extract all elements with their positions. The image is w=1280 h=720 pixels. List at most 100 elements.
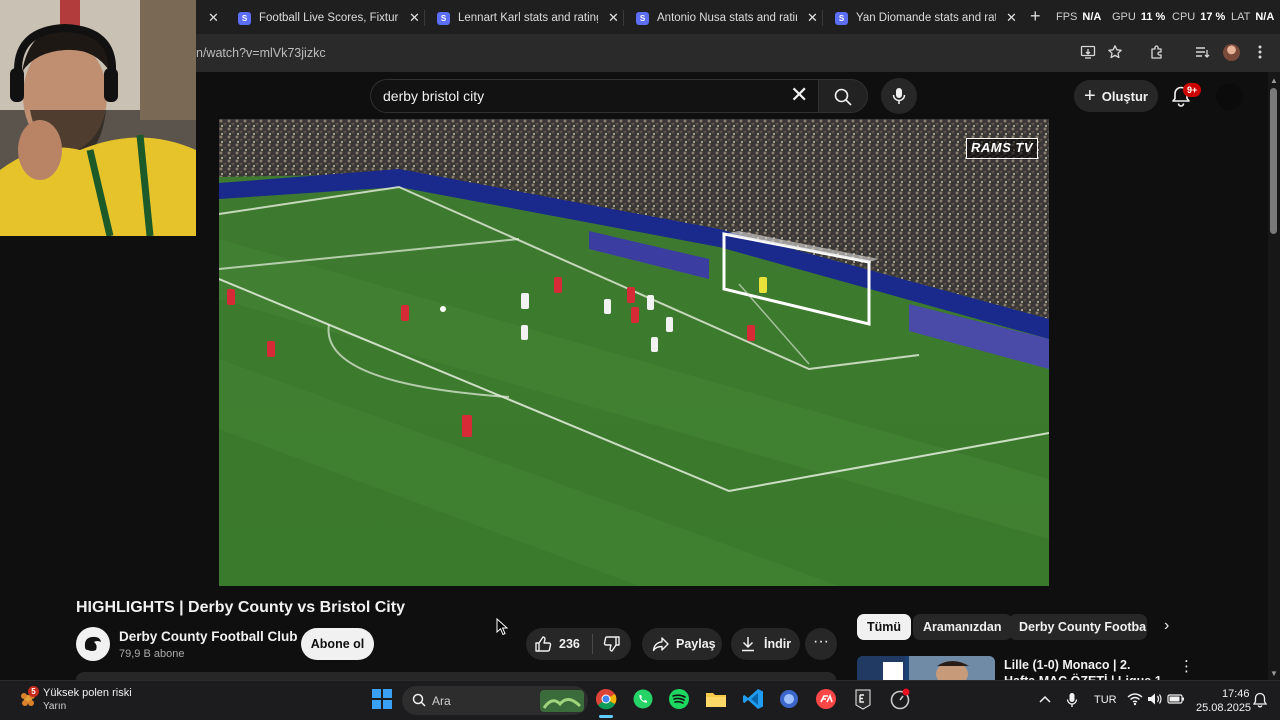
scroll-up-arrow-icon[interactable]: ▲ [1269,76,1279,85]
taskbar-clock-time[interactable]: 17:46 [1222,688,1250,700]
fps-readout: FPS N/A [1056,11,1102,23]
video-title: HIGHLIGHTS | Derby County vs Bristol Cit… [76,599,405,616]
tray-overflow-chevron-up-icon[interactable] [1039,694,1051,704]
tab-football-live-scores[interactable]: S Football Live Scores, Fixtures & ✕ [228,4,428,32]
sofascore-favicon-icon: S [636,11,649,25]
search-button[interactable] [818,79,868,113]
plus-icon: + [1084,85,1096,107]
tab-divider [822,10,823,26]
search-highlight-image-icon [540,690,584,712]
download-icon [742,637,754,652]
taskbar-search-placeholder: Ara [432,694,451,708]
subscribe-button[interactable]: Abone ol [301,628,374,660]
share-button[interactable]: Paylaş [642,628,722,660]
reading-list-icon[interactable] [1193,44,1211,62]
close-tab-icon[interactable]: ✕ [608,10,619,26]
windows-start-icon[interactable] [371,688,393,710]
like-divider [592,634,593,654]
chevron-right-icon[interactable]: › [1164,617,1169,635]
notification-center-bell-icon[interactable] [1253,692,1267,708]
tab-title: Football Live Scores, Fixtures & [259,12,399,24]
sofascore-favicon-icon: S [437,11,450,25]
spotify-icon[interactable] [668,688,690,710]
tab-lennart-karl[interactable]: S Lennart Karl stats and ratings | S ✕ [427,4,627,32]
clear-search-icon[interactable]: ✕ [790,84,808,106]
tray-microphone-icon[interactable] [1066,692,1078,708]
cpu-readout: CPU 17 % [1172,11,1226,23]
browser-menu-kebab-icon[interactable] [1251,44,1269,62]
scroll-down-arrow-icon[interactable]: ▼ [1269,669,1279,678]
channel-avatar[interactable] [76,627,110,661]
extensions-puzzle-icon[interactable] [1148,44,1166,62]
taskbar-search-icon [412,693,426,707]
close-tab-icon[interactable]: ✕ [1006,10,1017,26]
tab-title: Antonio Nusa stats and ratings [657,12,797,24]
microphone-icon [892,88,906,104]
tab-divider [424,10,425,26]
ram-crest-icon [84,636,101,651]
vscode-icon[interactable] [742,688,764,710]
ea-app-icon[interactable] [815,688,837,710]
bookmark-star-icon[interactable] [1106,44,1124,62]
match-footage-frame [219,119,1049,586]
chrome-icon[interactable] [595,688,617,710]
new-tab-plus-icon[interactable]: + [1030,6,1041,27]
close-tab-icon[interactable]: ✕ [807,10,818,26]
latency-readout: LAT N/A [1231,11,1275,23]
address-bar-url[interactable]: n/watch?v=mlVk73jizkc [196,46,326,60]
rams-tv-watermark: RAMS TV [966,138,1038,159]
like-count: 236 [559,637,580,651]
install-app-icon[interactable] [1079,44,1097,62]
search-query-text: derby bristol city [383,88,485,104]
browser-profile-avatar[interactable] [1223,44,1240,61]
sofascore-favicon-icon: S [835,11,848,25]
epic-games-icon[interactable] [852,688,874,710]
whatsapp-icon[interactable] [632,688,654,710]
voice-search-button[interactable] [881,78,917,114]
battery-charging-icon[interactable] [1167,693,1185,705]
steam-overlay-icon[interactable] [889,688,911,710]
chrome-active-indicator [599,715,613,718]
share-arrow-icon [652,637,669,652]
scrollbar-thumb[interactable] [1270,88,1277,234]
tab-divider [623,10,624,26]
taskbar-clock-date[interactable]: 25.08.2025 [1196,702,1251,714]
close-tab-icon[interactable]: ✕ [208,10,219,26]
chip-all[interactable]: Tümü [857,614,912,640]
recommended-video-title[interactable]: Lille (1-0) Monaco | 2. Hafta MAÇ ÖZETİ … [1004,657,1164,680]
mouse-cursor-icon [496,618,508,636]
recommended-video-thumbnail[interactable] [857,656,995,680]
thumbnail-image [857,656,995,680]
weather-alert-badge: 5 [28,686,39,697]
weather-widget-subline: Yarın [43,701,67,712]
like-thumb-up-icon[interactable] [534,635,552,653]
more-actions-icon[interactable]: ··· [805,628,837,660]
close-tab-icon[interactable]: ✕ [409,10,420,26]
tab-antonio-nusa[interactable]: S Antonio Nusa stats and ratings ✕ [626,4,826,32]
notification-count-badge: 9+ [1183,83,1202,97]
volume-speaker-icon[interactable] [1147,692,1163,706]
subscriber-count: 79,9 B abone [119,648,185,660]
recommended-more-icon[interactable]: ⋮ [1179,657,1194,675]
tab-title: Yan Diomande stats and ratings [856,12,996,24]
download-button[interactable]: İndir [731,628,800,660]
weather-widget-headline[interactable]: Yüksek polen riski [43,687,132,699]
tab-yan-diomande[interactable]: S Yan Diomande stats and ratings ✕ [825,4,1025,32]
webcam-person-image [0,0,196,236]
chip-from-your-search[interactable]: Aramanızdan [913,614,1012,640]
search-icon [834,88,852,106]
video-player[interactable] [219,119,1049,586]
wifi-icon[interactable] [1127,692,1143,706]
app-blue-orb-icon[interactable] [778,688,800,710]
webcam-overlay [0,0,196,236]
file-explorer-icon[interactable] [705,688,727,710]
account-avatar[interactable] [1216,83,1243,110]
dislike-thumb-down-icon[interactable] [603,635,621,653]
sofascore-favicon-icon: S [238,11,251,25]
channel-name[interactable]: Derby County Football Club [119,629,298,644]
gpu-readout: GPU 11 % [1112,11,1166,23]
chip-derby-county[interactable]: Derby County Football Cl [1009,614,1147,640]
create-button[interactable]: + Oluştur [1074,80,1158,112]
input-language-indicator[interactable]: TUR [1094,694,1117,706]
tab-title: Lennart Karl stats and ratings | S [458,12,598,24]
